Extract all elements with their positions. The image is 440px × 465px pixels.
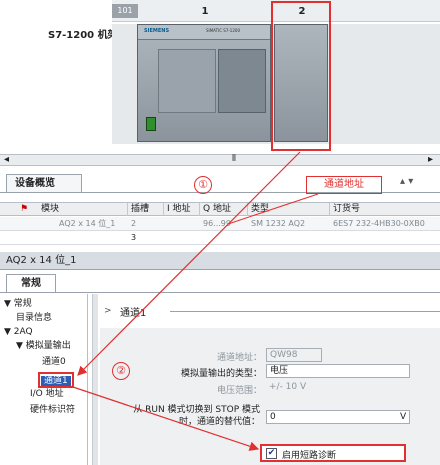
scroll-grip-icon[interactable]: ⦀	[232, 154, 236, 164]
cpu-top-strip: SIEMENS SIMATIC S7-1200	[138, 25, 270, 40]
section-title: 通道1	[120, 308, 147, 319]
scroll-left-icon[interactable]: ◂	[4, 154, 9, 165]
tree-item-io-address[interactable]: I/O 地址	[30, 388, 64, 400]
replacement-label-line2: 时，通道的替代值：	[178, 417, 260, 427]
tab-divider	[0, 292, 440, 293]
tree-item-channel-1[interactable]: 通道1	[41, 376, 71, 386]
device-overview-panel: 设备概览 ① 通道地址 ▴ ▾ ⚑ 模块 插槽 I 地址 Q 地址 类型 订货号…	[0, 170, 440, 250]
replacement-value-input[interactable]: 0	[266, 410, 410, 424]
horizontal-scrollbar[interactable]: ◂ ⦀ ▸	[0, 154, 440, 166]
rack-view: 101 1 2 103 101 S7-1200 机架 SIEMENS SIMAT…	[0, 0, 440, 152]
tree-item-catalog-info[interactable]: 目录信息	[16, 312, 52, 324]
tree-item-channel-0[interactable]: 通道0	[42, 356, 66, 368]
cpu-front-panel	[158, 49, 216, 113]
checkbox-checked-icon[interactable]: ✔	[266, 448, 277, 459]
tree-splitter[interactable]	[92, 294, 98, 465]
tree-item-2aq[interactable]: ▼ 2AQ	[4, 326, 33, 338]
properties-content: > 通道1 ② 通道地址： QW98 模拟量输出的类型： 电压 电压范围： +/…	[100, 294, 440, 465]
output-type-select[interactable]: 电压	[266, 364, 410, 378]
rack-title: S7-1200 机架	[48, 30, 118, 41]
tree-item-channel-1-box[interactable]: 通道1	[38, 372, 74, 388]
properties-title: AQ2 x 14 位_1	[0, 252, 440, 270]
tree-item-hw-identifier[interactable]: 硬件标识符	[30, 404, 75, 416]
section-rule	[170, 311, 440, 312]
channel-address-label: 通道地址：	[216, 353, 262, 363]
cpu-brand: SIEMENS	[144, 28, 170, 34]
output-type-label: 模拟量输出的类型：	[180, 369, 262, 379]
chevron-right-icon: >	[104, 306, 112, 316]
voltage-range-field: +/- 10 V	[266, 381, 410, 395]
voltage-range-label: 电压范围：	[216, 386, 262, 396]
scroll-right-icon[interactable]: ▸	[428, 154, 433, 165]
annotation-leader-line	[227, 193, 319, 225]
short-circuit-label: 启用短路诊断	[282, 451, 337, 461]
cpu-module[interactable]: SIEMENS SIMATIC S7-1200	[137, 24, 271, 142]
annotation-circle-2: ②	[112, 362, 130, 380]
properties-tree: ▼ 常规 目录信息 ▼ 2AQ ▼ 模拟量输出 通道0 通道1 I/O 地址 硬…	[2, 294, 88, 465]
cpu-terminal-block	[218, 49, 266, 113]
tab-general[interactable]: 常规	[6, 274, 56, 292]
replacement-unit: V	[400, 412, 407, 422]
channel-address-field: QW98	[266, 348, 322, 362]
highlight-slot-2	[271, 1, 331, 151]
tree-item-analog-output[interactable]: ▼ 模拟量输出	[16, 340, 71, 352]
row-label: 101	[112, 4, 138, 18]
slot-1-header: 1	[201, 6, 209, 17]
short-circuit-box[interactable]: ✔ 启用短路诊断	[260, 444, 406, 462]
tree-item-general[interactable]: ▼ 常规	[4, 298, 32, 310]
cpu-model: SIMATIC S7-1200	[206, 28, 240, 33]
status-led-icon	[146, 117, 156, 131]
